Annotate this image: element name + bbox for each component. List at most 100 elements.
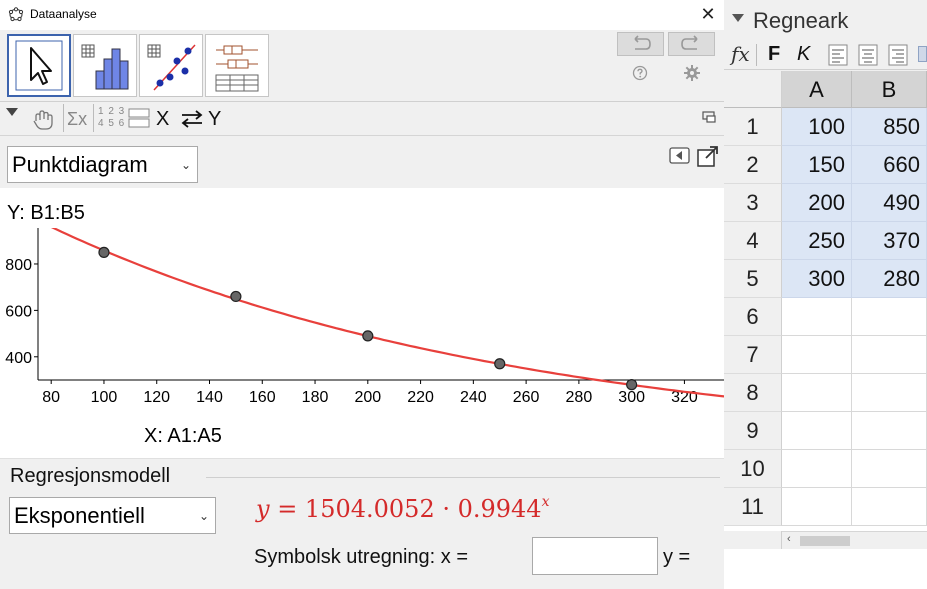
row-header[interactable]: 1 [724,108,782,146]
redo-button[interactable] [668,32,715,56]
row-header[interactable]: 9 [724,412,782,450]
empty-cell[interactable] [782,298,852,336]
toolbar-divider [756,44,757,66]
formula-exponent: x [541,494,550,510]
second-plot-icon[interactable] [128,108,150,133]
spreadsheet-window: Regneark fx F K A B 1 2 3 4 5 6 7 8 9 10… [724,0,927,589]
plot-type-value: Punktdiagram [12,152,148,177]
column-header-b[interactable]: B [852,71,927,108]
row-header[interactable]: 5 [724,260,782,298]
function-icon[interactable]: fx [731,42,750,66]
cell-a2[interactable]: 150 [782,146,852,184]
empty-cell[interactable] [852,374,927,412]
plot-type-dropdown[interactable]: Punktdiagram ⌄ [7,146,198,183]
data-table-numbers-top: 1 2 3 [98,106,126,117]
data-point[interactable] [626,379,638,391]
symbolic-evaluation-label: Symbolsk utregning: x = [254,546,468,568]
spreadsheet-format-toolbar: fx F K [724,40,927,70]
data-table-button[interactable]: 1 2 3 4 5 6 [98,106,125,130]
window-restore-icon[interactable] [702,110,716,128]
row-header[interactable]: 8 [724,374,782,412]
scroll-left-icon[interactable]: ‹ [787,533,791,545]
x-tick-label: 120 [143,389,170,406]
bold-button[interactable]: F [768,43,780,66]
data-point[interactable] [230,290,242,303]
align-center-icon[interactable] [858,44,878,71]
plot-options-toggle-icon[interactable] [669,146,691,171]
cell-a1[interactable]: 100 [782,108,852,146]
row-header[interactable]: 4 [724,222,782,260]
empty-cell[interactable] [852,298,927,336]
symbolic-y-label: y = [663,546,691,568]
row-header[interactable]: 7 [724,336,782,374]
cell-b5[interactable]: 280 [852,260,927,298]
move-tool-button[interactable] [7,34,71,97]
swap-xy-icon[interactable] [180,110,204,133]
row-header[interactable]: 11 [724,488,782,526]
cell-b4[interactable]: 370 [852,222,927,260]
scatter-regression-icon [147,44,196,91]
x-tick-label: 300 [618,389,645,406]
spreadsheet-titlebar: Regneark [724,0,927,40]
row-header[interactable]: 3 [724,184,782,222]
empty-cell[interactable] [782,488,852,526]
column-header-a[interactable]: A [782,71,852,108]
close-icon[interactable]: ✕ [699,4,717,24]
row-header[interactable]: 6 [724,298,782,336]
multi-variable-tool-button[interactable] [205,34,269,97]
undo-button[interactable] [617,32,664,56]
horizontal-scrollbar[interactable]: ‹ [782,531,927,549]
regression-model-value: Eksponentiell [14,503,145,528]
collapse-triangle-icon[interactable] [732,14,744,22]
spreadsheet-title: Regneark [753,8,849,33]
cell-b3[interactable]: 490 [852,184,927,222]
cell-color-icon[interactable] [918,46,927,62]
data-point[interactable] [494,358,506,370]
cell-a5[interactable]: 300 [782,260,852,298]
empty-cell[interactable] [852,488,927,526]
formula-y: y [256,495,270,523]
scatter-chart[interactable]: 400 600 800 80 100 120 140 160 180 200 220 240 260 28… [0,228,724,418]
boxplot-table-icon [215,45,259,92]
cell-b1[interactable]: 850 [852,108,927,146]
one-variable-tool-button[interactable] [73,34,137,97]
cell-a4[interactable]: 250 [782,222,852,260]
italic-button[interactable]: K [797,43,810,66]
swap-x-label: X [156,108,170,130]
row-header[interactable]: 10 [724,450,782,488]
hand-icon[interactable] [31,109,55,136]
regression-panel: Regresjonsmodell Eksponentiell ⌄ y = 150… [0,458,724,589]
symbolic-x-input[interactable] [532,537,658,575]
y-tick-label: 600 [5,303,32,320]
cell-a3[interactable]: 200 [782,184,852,222]
empty-cell[interactable] [852,412,927,450]
toolbar-divider [93,104,94,132]
empty-cell[interactable] [852,450,927,488]
sum-statistics-button[interactable]: Σx [67,109,87,130]
empty-cell[interactable] [782,336,852,374]
data-point[interactable] [362,330,374,342]
data-point[interactable] [98,246,110,258]
grid-corner[interactable] [724,71,782,108]
empty-cell[interactable] [852,336,927,374]
align-right-icon[interactable] [888,44,908,71]
regression-model-dropdown[interactable]: Eksponentiell ⌄ [9,497,216,534]
row-header[interactable]: 2 [724,146,782,184]
two-variable-tool-button[interactable] [139,34,203,97]
help-icon[interactable] [632,65,648,86]
empty-cell[interactable] [782,412,852,450]
scrollbar-thumb[interactable] [800,536,850,546]
redo-icon [681,35,698,50]
collapse-triangle-icon[interactable] [6,108,18,116]
gear-icon[interactable] [683,64,701,87]
empty-cell[interactable] [782,450,852,488]
align-left-icon[interactable] [828,44,848,71]
cell-b2[interactable]: 660 [852,146,927,184]
y-tick-label: 800 [5,257,32,274]
empty-cell[interactable] [782,374,852,412]
export-plot-icon[interactable] [697,145,719,172]
data-table-numbers-bottom: 4 5 6 [98,118,126,129]
x-tick-label: 260 [513,389,540,406]
spreadsheet-bottom-area [724,549,927,589]
x-tick-label: 200 [354,389,381,406]
